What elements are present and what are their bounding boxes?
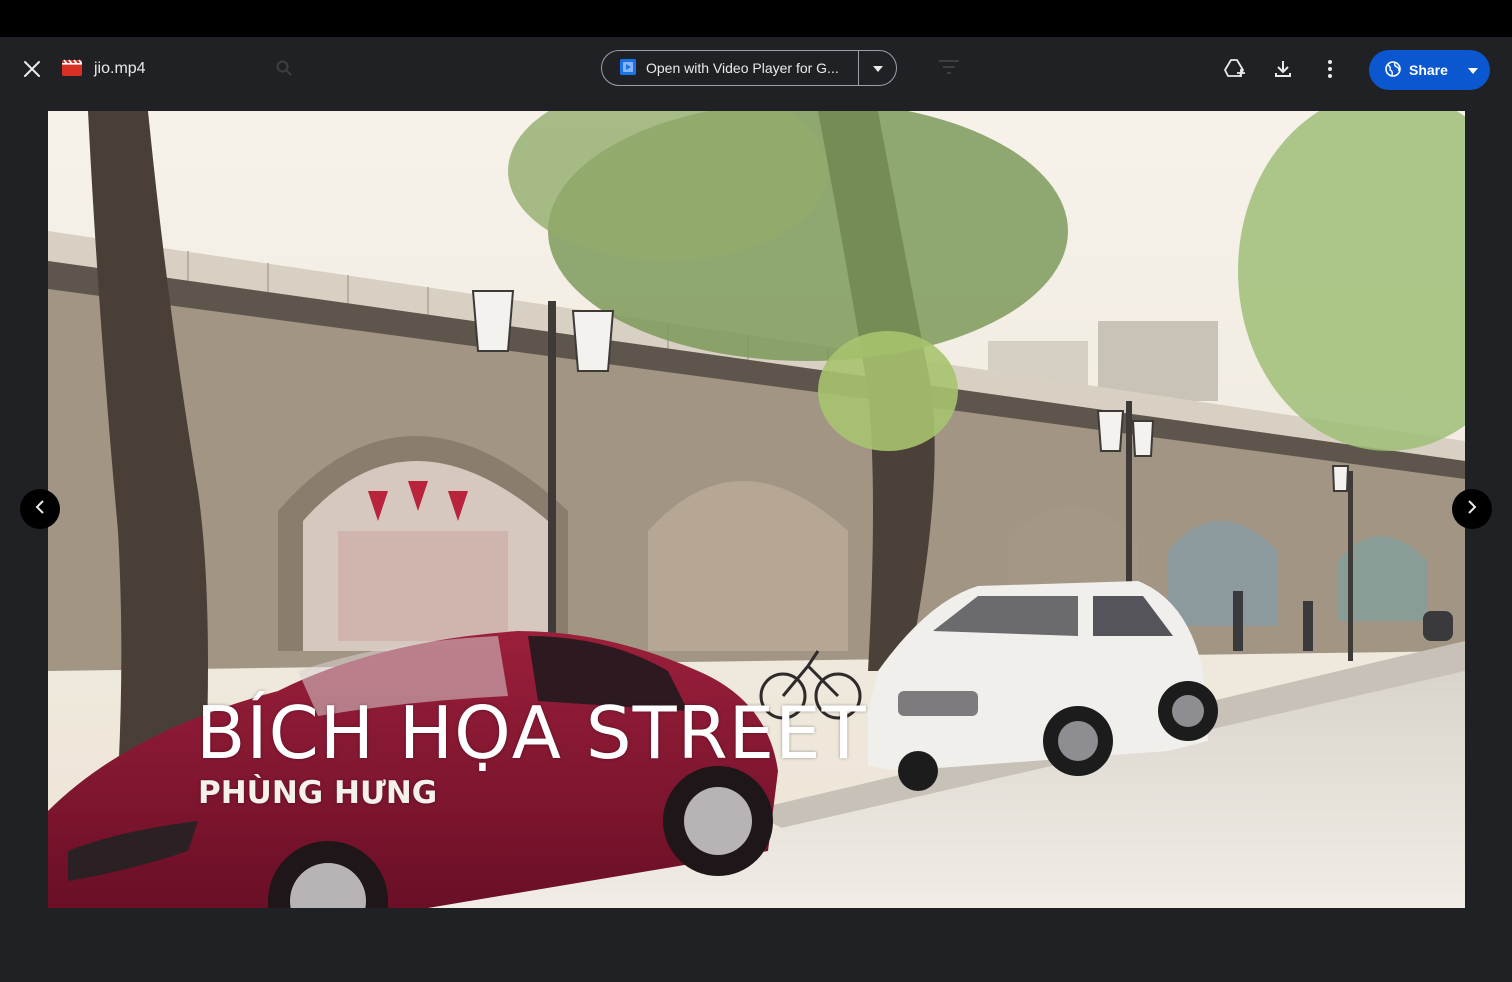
search-icon [276, 60, 292, 79]
chevron-down-icon [1468, 61, 1478, 79]
download-button[interactable] [1263, 49, 1303, 89]
share-dropdown-button[interactable] [1456, 50, 1490, 90]
open-with-button[interactable]: Open with Video Player for G... [602, 51, 858, 85]
previous-file-button[interactable] [20, 489, 60, 529]
share-button[interactable]: Share [1369, 50, 1456, 90]
browser-top-strip [0, 0, 1512, 37]
video-player[interactable]: BÍCH HỌA STREET PHÙNG HƯNG [48, 111, 1465, 908]
file-title: jio.mp4 [62, 57, 146, 81]
more-vert-icon [1328, 60, 1332, 78]
share-split-button: Share [1369, 50, 1490, 90]
open-with-label: Open with Video Player for G... [646, 60, 839, 76]
share-label: Share [1409, 62, 1448, 78]
video-title-overlay: BÍCH HỌA STREET [196, 691, 867, 775]
close-button[interactable] [12, 49, 52, 89]
chevron-right-icon [1467, 499, 1477, 519]
viewer-toolbar: jio.mp4 Open with Video Player for G... [0, 37, 1512, 101]
download-icon [1274, 60, 1292, 78]
next-file-button[interactable] [1452, 489, 1492, 529]
chevron-down-icon [872, 59, 883, 77]
globe-icon [1385, 60, 1401, 80]
video-player-app-icon [620, 58, 636, 78]
add-to-drive-button[interactable] [1215, 49, 1255, 89]
open-with-split-button: Open with Video Player for G... [601, 50, 897, 86]
file-name: jio.mp4 [94, 60, 146, 77]
video-subtitle-overlay: PHÙNG HƯNG [198, 775, 438, 811]
more-actions-button[interactable] [1310, 49, 1350, 89]
video-file-icon [62, 58, 83, 81]
open-with-dropdown-button[interactable] [858, 51, 896, 85]
close-icon [23, 60, 41, 78]
chevron-left-icon [35, 499, 45, 519]
filter-icon [938, 59, 960, 78]
add-to-drive-icon [1224, 59, 1246, 79]
